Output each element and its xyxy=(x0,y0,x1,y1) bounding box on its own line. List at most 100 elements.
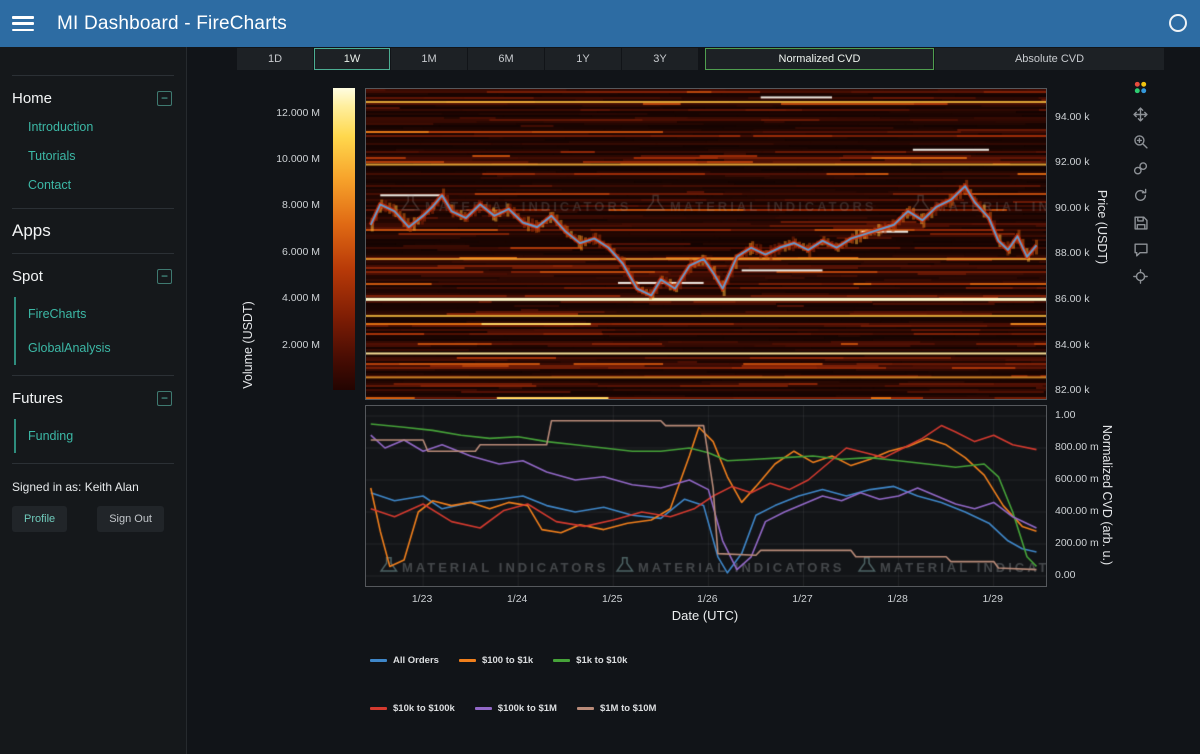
axis-tick-label: 1/24 xyxy=(507,593,527,605)
axis-tick-label: 1/28 xyxy=(887,593,907,605)
app-header: MI Dashboard - FireCharts xyxy=(0,0,1200,47)
legend-item[interactable]: $1k to $10k xyxy=(553,655,627,666)
divider xyxy=(12,375,174,376)
normalized-cvd-button[interactable]: Normalized CVD xyxy=(705,48,934,70)
range-button-6m[interactable]: 6M xyxy=(468,48,544,70)
legend-label: $1k to $10k xyxy=(576,655,627,666)
legend-item[interactable]: $10k to $100k xyxy=(370,703,455,714)
collapse-icon[interactable]: − xyxy=(157,391,172,406)
sidebar: Home − Introduction Tutorials Contact Ap… xyxy=(0,47,187,754)
axis-tick-label: 82.00 k xyxy=(1055,384,1089,396)
legend-label: $100k to $1M xyxy=(498,703,557,714)
axis-tick-label: 10.000 M xyxy=(262,153,320,165)
legend-swatch-icon xyxy=(577,707,594,710)
sidebar-section-spot[interactable]: Spot − xyxy=(12,268,174,285)
x-axis-title: Date (UTC) xyxy=(672,608,738,623)
page-title: MI Dashboard - FireCharts xyxy=(57,13,287,35)
toolbar-spacer xyxy=(699,48,704,70)
sidebar-item-tutorials[interactable]: Tutorials xyxy=(28,142,174,171)
axis-tick-label: 12.000 M xyxy=(262,107,320,119)
axis-tick-label: 84.00 k xyxy=(1055,339,1089,351)
legend-label: $10k to $100k xyxy=(393,703,455,714)
axis-tick-label: 800.00 m xyxy=(1055,441,1099,453)
sidebar-item-firecharts[interactable]: FireCharts xyxy=(16,297,174,331)
collapse-icon[interactable]: − xyxy=(157,91,172,106)
sidebar-item-introduction[interactable]: Introduction xyxy=(28,113,174,142)
divider xyxy=(12,75,174,76)
chart-toolbar: 1D 1W 1M 6M 1Y 3Y Normalized CVD Absolut… xyxy=(237,48,1164,70)
range-button-1m[interactable]: 1M xyxy=(391,48,467,70)
refresh-icon[interactable] xyxy=(1131,186,1149,204)
zoom-in-icon[interactable] xyxy=(1131,132,1149,150)
comment-icon[interactable] xyxy=(1131,240,1149,258)
section-label-futures: Futures xyxy=(12,390,63,407)
legend-row-1: All Orders $100 to $1k $1k to $10k xyxy=(370,655,627,666)
range-button-1y[interactable]: 1Y xyxy=(545,48,621,70)
volume-axis-title: Volume (USDT) xyxy=(241,301,255,389)
legend-label: $1M to $10M xyxy=(600,703,657,714)
volume-colorbar xyxy=(333,88,355,390)
legend-swatch-icon xyxy=(370,659,387,662)
sidebar-item-contact[interactable]: Contact xyxy=(28,171,174,200)
compare-icon[interactable] xyxy=(1131,159,1149,177)
price-axis-title: Price (USDT) xyxy=(1095,190,1109,264)
divider xyxy=(12,208,174,209)
header-status-circle-icon[interactable] xyxy=(1169,14,1187,32)
axis-tick-label: 600.00 m xyxy=(1055,473,1099,485)
range-button-1d[interactable]: 1D xyxy=(237,48,313,70)
sidebar-section-apps: Apps xyxy=(12,219,174,243)
divider xyxy=(12,463,174,464)
sidebar-item-funding[interactable]: Funding xyxy=(16,419,174,453)
axis-tick-label: 2.000 M xyxy=(262,339,320,351)
legend-label: All Orders xyxy=(393,655,439,666)
legend-item[interactable]: $100k to $1M xyxy=(475,703,557,714)
axis-tick-label: 200.00 m xyxy=(1055,537,1099,549)
range-button-3y[interactable]: 3Y xyxy=(622,48,698,70)
palette-icon[interactable] xyxy=(1131,78,1149,96)
legend-item[interactable]: $100 to $1k xyxy=(459,655,533,666)
legend-item[interactable]: $1M to $10M xyxy=(577,703,657,714)
legend-swatch-icon xyxy=(553,659,570,662)
axis-tick-label: 0.00 xyxy=(1055,569,1075,581)
sidebar-item-globalanalysis[interactable]: GlobalAnalysis xyxy=(16,331,174,365)
legend-item[interactable]: All Orders xyxy=(370,655,439,666)
cvd-axis-title: Normalized CVD (arb. u.) xyxy=(1100,425,1114,565)
legend-row-2: $10k to $100k $100k to $1M $1M to $10M xyxy=(370,703,656,714)
section-label-home: Home xyxy=(12,90,52,107)
axis-tick-label: 1/27 xyxy=(792,593,812,605)
axis-tick-label: 90.00 k xyxy=(1055,202,1089,214)
firecharts-panel: Volume (USDT) Price (USDT) Normalized CV… xyxy=(228,75,1160,737)
legend-swatch-icon xyxy=(475,707,492,710)
axis-tick-label: 92.00 k xyxy=(1055,156,1089,168)
legend-swatch-icon xyxy=(370,707,387,710)
price-heatmap-chart[interactable] xyxy=(365,88,1047,400)
axis-tick-label: 8.000 M xyxy=(262,199,320,211)
sidebar-section-home[interactable]: Home − xyxy=(12,90,174,107)
sign-out-button[interactable]: Sign Out xyxy=(97,506,164,532)
menu-toggle-button[interactable] xyxy=(12,16,34,31)
crosshair-icon[interactable] xyxy=(1131,267,1149,285)
sidebar-section-futures[interactable]: Futures − xyxy=(12,390,174,407)
cvd-line-chart[interactable] xyxy=(365,405,1047,587)
signed-in-text: Signed in as: Keith Alan xyxy=(12,480,174,494)
legend-swatch-icon xyxy=(459,659,476,662)
axis-tick-label: 1.00 xyxy=(1055,409,1075,421)
axis-tick-label: 1/29 xyxy=(982,593,1002,605)
range-button-1w[interactable]: 1W xyxy=(314,48,390,70)
axis-tick-label: 6.000 M xyxy=(262,246,320,258)
main-content: 1D 1W 1M 6M 1Y 3Y Normalized CVD Absolut… xyxy=(187,47,1200,754)
axis-tick-label: 1/26 xyxy=(697,593,717,605)
axis-tick-label: 86.00 k xyxy=(1055,293,1089,305)
collapse-icon[interactable]: − xyxy=(157,269,172,284)
hamburger-icon xyxy=(12,16,34,19)
save-icon[interactable] xyxy=(1131,213,1149,231)
axis-tick-label: 94.00 k xyxy=(1055,111,1089,123)
absolute-cvd-button[interactable]: Absolute CVD xyxy=(935,48,1164,70)
section-label-spot: Spot xyxy=(12,268,43,285)
axis-tick-label: 1/23 xyxy=(412,593,432,605)
profile-button[interactable]: Profile xyxy=(12,506,67,532)
axis-tick-label: 4.000 M xyxy=(262,292,320,304)
pan-icon[interactable] xyxy=(1131,105,1149,123)
chart-modebar xyxy=(1131,78,1149,285)
axis-tick-label: 1/25 xyxy=(602,593,622,605)
